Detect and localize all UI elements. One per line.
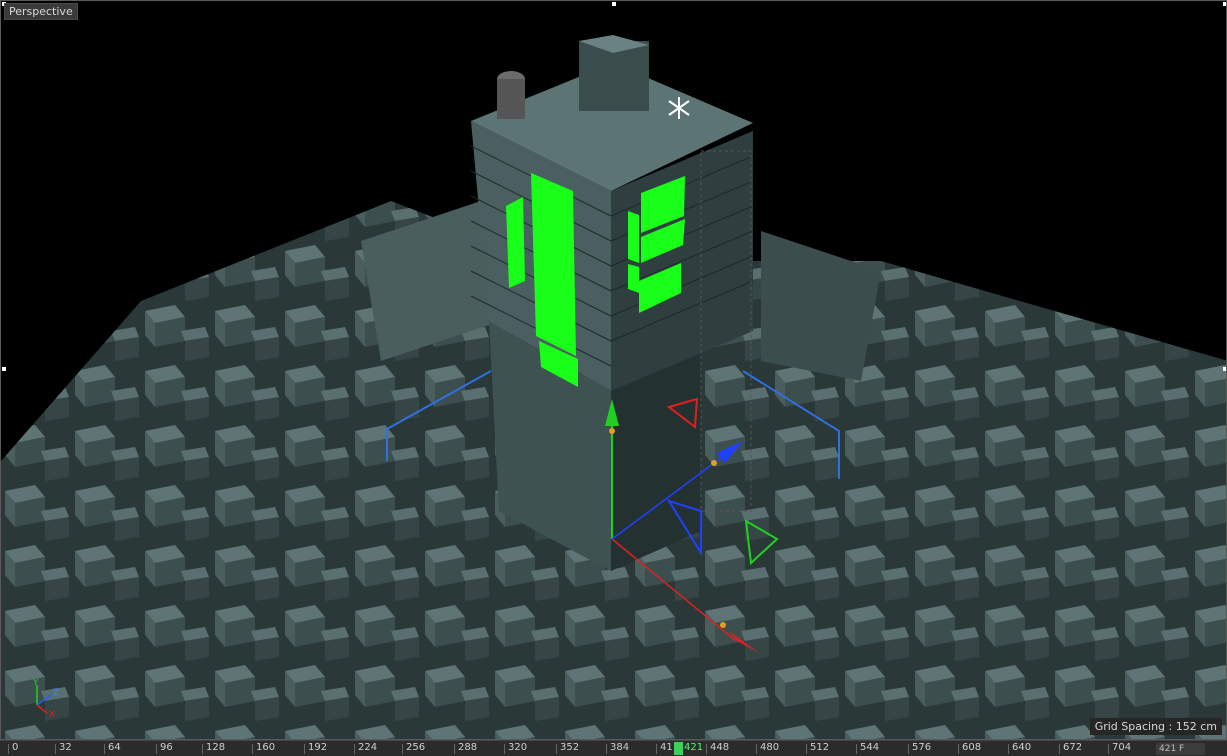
timeline-tickmark: [55, 744, 56, 754]
current-frame: 421: [684, 742, 704, 753]
timeline-tick-label: 320: [508, 742, 528, 753]
timeline-tick-label: 224: [358, 742, 378, 753]
timeline-tickmark: [556, 744, 557, 754]
timeline-tickmark: [756, 744, 757, 754]
axis-y-label: Y: [32, 678, 39, 688]
timeline-tick-label: 640: [1012, 742, 1032, 753]
timeline-tick-label: 352: [560, 742, 580, 753]
timeline-tickmark: [252, 744, 253, 754]
axis-z-label: Z: [53, 688, 59, 698]
timeline-tick-label: 256: [406, 742, 426, 753]
timeline-tick-label: 64: [108, 742, 121, 753]
timeline-tickmark: [806, 744, 807, 754]
frame-field[interactable]: 421 F: [1156, 743, 1205, 755]
timeline-tick-label: 576: [912, 742, 932, 753]
timeline-tick-label: 0: [12, 742, 19, 753]
timeline-tick-label: 544: [860, 742, 880, 753]
timeline-tickmark: [104, 744, 105, 754]
timeline-tickmark: [8, 744, 9, 754]
timeline-tickmark: [1108, 744, 1109, 754]
timeline-tickmark: [856, 744, 857, 754]
timeline-tickmark: [908, 744, 909, 754]
timeline-tick-label: 192: [308, 742, 328, 753]
timeline-tick-label: 288: [458, 742, 478, 753]
timeline-tick-label: 160: [256, 742, 276, 753]
city-scene[interactable]: [1, 1, 1227, 740]
timeline-tickmark: [156, 744, 157, 754]
timeline-tickmark: [606, 744, 607, 754]
timeline-tickmark: [504, 744, 505, 754]
world-axis-icon: Y Z X: [32, 678, 59, 717]
timeline-ruler[interactable]: 421 421 F 0 32 64 96 128 160 192 224 256 288 320 35…: [0, 740, 1227, 756]
timeline-tickmark: [454, 744, 455, 754]
timeline-tick-label: 448: [710, 742, 730, 753]
timeline-tick-label: 32: [59, 742, 72, 753]
timeline-tickmark: [304, 744, 305, 754]
timeline-tick-label: 704: [1112, 742, 1132, 753]
timeline-tick-label: 96: [160, 742, 173, 753]
timeline-tick-label: 384: [610, 742, 630, 753]
timeline-tick-label: 608: [962, 742, 982, 753]
grid-spacing-readout: Grid Spacing : 152 cm: [1089, 718, 1222, 735]
timeline-tickmark: [402, 744, 403, 754]
timeline-tick-label: 672: [1063, 742, 1083, 753]
timeline-tick-label: 480: [760, 742, 780, 753]
timeline-tickmark: [958, 744, 959, 754]
timeline-tick-label: 512: [810, 742, 830, 753]
perspective-viewport[interactable]: Perspective Y Z X Grid Spacing : 152 cm: [0, 0, 1227, 740]
timeline-tickmark: [354, 744, 355, 754]
axis-x-label: X: [49, 710, 55, 717]
timeline-tickmark: [1008, 744, 1009, 754]
timeline-tickmark: [706, 744, 707, 754]
timeline-tick-label: 128: [206, 742, 226, 753]
timeline-tickmark: [202, 744, 203, 754]
timeline-tickmark: [1059, 744, 1060, 754]
camera-label[interactable]: Perspective: [4, 3, 78, 20]
timeline-tick-label: 41: [660, 742, 673, 753]
timeline-tickmark: [656, 744, 657, 754]
playhead[interactable]: [674, 742, 683, 755]
